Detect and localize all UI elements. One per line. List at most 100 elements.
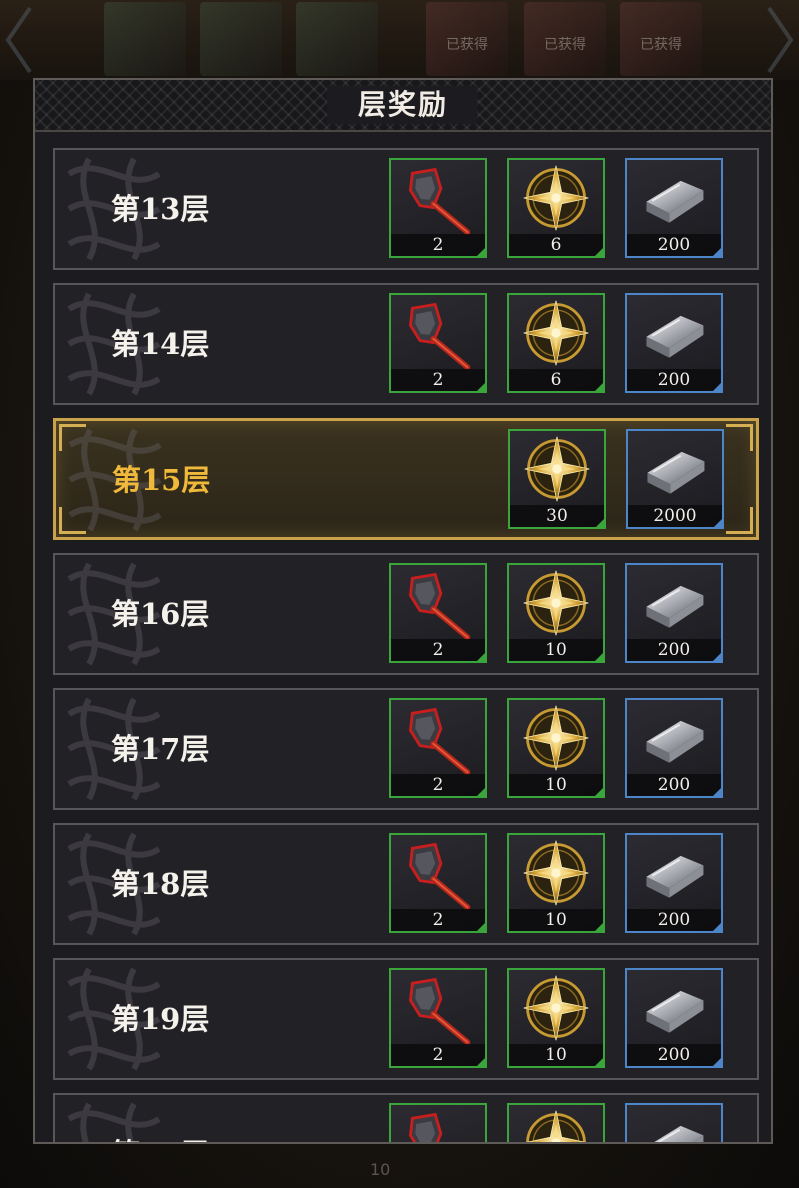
claimed-label: 已获得 [640, 37, 682, 53]
claimed-label: 已获得 [544, 37, 586, 53]
floor-label: 第18层 [111, 867, 210, 901]
background-item-bar: 已获得 已获得 已获得 [0, 0, 799, 80]
silver-ingot-icon [645, 584, 705, 629]
reward-item-slot[interactable]: 2 [389, 1103, 487, 1144]
reward-item-slot[interactable]: 6 [507, 158, 605, 258]
reward-item-slot[interactable]: 200 [625, 833, 723, 933]
item-count: 6 [509, 234, 603, 256]
item-count: 2 [391, 909, 485, 931]
reward-item-slot[interactable]: 2 [389, 158, 487, 258]
gold-compass-medal-icon [522, 839, 590, 907]
item-count: 2 [391, 1044, 485, 1066]
silver-ingot-icon [645, 1124, 705, 1142]
background-slot [200, 2, 282, 76]
background-slot-claimed: 已获得 [620, 2, 702, 76]
floor-row[interactable]: 第15层 30 2000 [53, 418, 759, 540]
red-shovel-icon [391, 565, 485, 641]
floor-row[interactable]: 第16层 2 10 200 [53, 553, 759, 675]
item-count: 200 [627, 234, 721, 256]
background-slot-claimed: 已获得 [426, 2, 508, 76]
reward-item-slot[interactable]: 200 [625, 698, 723, 798]
gold-compass-medal-icon [522, 704, 590, 772]
gold-corner-ornament [726, 507, 753, 534]
floor-label: 第17层 [111, 732, 210, 766]
item-count: 2000 [628, 505, 722, 527]
item-count: 2 [391, 369, 485, 391]
right-arrow-icon [767, 6, 794, 74]
gold-compass-medal-icon [522, 569, 590, 637]
silver-ingot-icon [645, 989, 705, 1034]
background-slot [296, 2, 378, 76]
reward-item-slot[interactable]: 200 [625, 293, 723, 393]
floor-label: 第14层 [111, 327, 210, 361]
item-count: 2 [391, 639, 485, 661]
item-count: 2 [391, 774, 485, 796]
floor-row[interactable]: 第18层 2 10 200 [53, 823, 759, 945]
panel-title: 层奖励 [357, 88, 448, 121]
floor-label: 第19层 [111, 1002, 210, 1036]
silver-ingot-icon [645, 179, 705, 224]
item-count: 200 [627, 909, 721, 931]
reward-item-slot[interactable]: 2 [389, 968, 487, 1068]
gold-compass-medal-icon [522, 974, 590, 1042]
item-count: 200 [627, 639, 721, 661]
reward-item-slot[interactable]: 30 [508, 429, 606, 529]
item-count: 30 [510, 505, 604, 527]
floor-row[interactable]: 第20层 2 10 200 [53, 1093, 759, 1144]
item-count: 2 [391, 234, 485, 256]
item-count: 10 [509, 774, 603, 796]
reward-item-slot[interactable]: 10 [507, 563, 605, 663]
gold-corner-ornament [59, 424, 86, 451]
floor-label: 第16层 [111, 597, 210, 631]
claimed-label: 已获得 [446, 37, 488, 53]
floor-row[interactable]: 第13层 2 6 200 [53, 148, 759, 270]
gold-corner-ornament [59, 507, 86, 534]
item-count: 200 [627, 369, 721, 391]
reward-item-slot[interactable]: 200 [625, 158, 723, 258]
reward-item-slot[interactable]: 200 [625, 968, 723, 1068]
reward-item-slot[interactable]: 6 [507, 293, 605, 393]
red-shovel-icon [391, 1105, 485, 1144]
silver-ingot-icon [645, 719, 705, 764]
panel-header: 层奖励 [35, 80, 771, 132]
reward-item-slot[interactable]: 2 [389, 563, 487, 663]
reward-item-slot[interactable]: 10 [507, 968, 605, 1068]
item-count: 6 [509, 369, 603, 391]
floor-row[interactable]: 第14层 2 6 200 [53, 283, 759, 405]
red-shovel-icon [391, 295, 485, 371]
item-count: 10 [509, 909, 603, 931]
background-bottom-hint: 10 [370, 1160, 391, 1179]
red-shovel-icon [391, 970, 485, 1046]
red-shovel-icon [391, 160, 485, 236]
reward-item-slot[interactable]: 10 [507, 698, 605, 798]
item-count: 200 [627, 774, 721, 796]
reward-item-slot[interactable]: 2 [389, 293, 487, 393]
floor-row[interactable]: 第19层 2 10 200 [53, 958, 759, 1080]
silver-ingot-icon [645, 854, 705, 899]
reward-item-slot[interactable]: 200 [625, 563, 723, 663]
floor-row[interactable]: 第17层 2 10 200 [53, 688, 759, 810]
floor-label: 第20层 [111, 1095, 209, 1142]
reward-item-slot[interactable]: 200 [625, 1103, 723, 1142]
floor-label: 第15层 [112, 463, 211, 497]
background-slot [104, 2, 186, 76]
silver-ingot-icon [646, 450, 706, 495]
reward-item-slot[interactable]: 2 [389, 833, 487, 933]
item-count: 10 [509, 639, 603, 661]
floor-rewards-panel: 层奖励 第13层 2 6 200 第14层 2 6 200 第15层 30 2000 第16层 2 10 2… [33, 78, 773, 1144]
reward-item-slot[interactable]: 10 [507, 833, 605, 933]
gold-compass-medal-icon [522, 299, 590, 367]
reward-item-slot[interactable]: 2 [389, 698, 487, 798]
reward-item-slot[interactable]: 10 [507, 1103, 605, 1142]
gold-compass-medal-icon [522, 164, 590, 232]
gold-corner-ornament [726, 424, 753, 451]
gold-compass-medal-icon [523, 435, 591, 503]
item-count: 200 [627, 1044, 721, 1066]
red-shovel-icon [391, 835, 485, 911]
left-arrow-icon [5, 6, 32, 74]
gold-compass-medal-icon [522, 1109, 590, 1142]
silver-ingot-icon [645, 314, 705, 359]
reward-item-slot[interactable]: 2000 [626, 429, 724, 529]
background-slot-claimed: 已获得 [524, 2, 606, 76]
red-shovel-icon [391, 700, 485, 776]
